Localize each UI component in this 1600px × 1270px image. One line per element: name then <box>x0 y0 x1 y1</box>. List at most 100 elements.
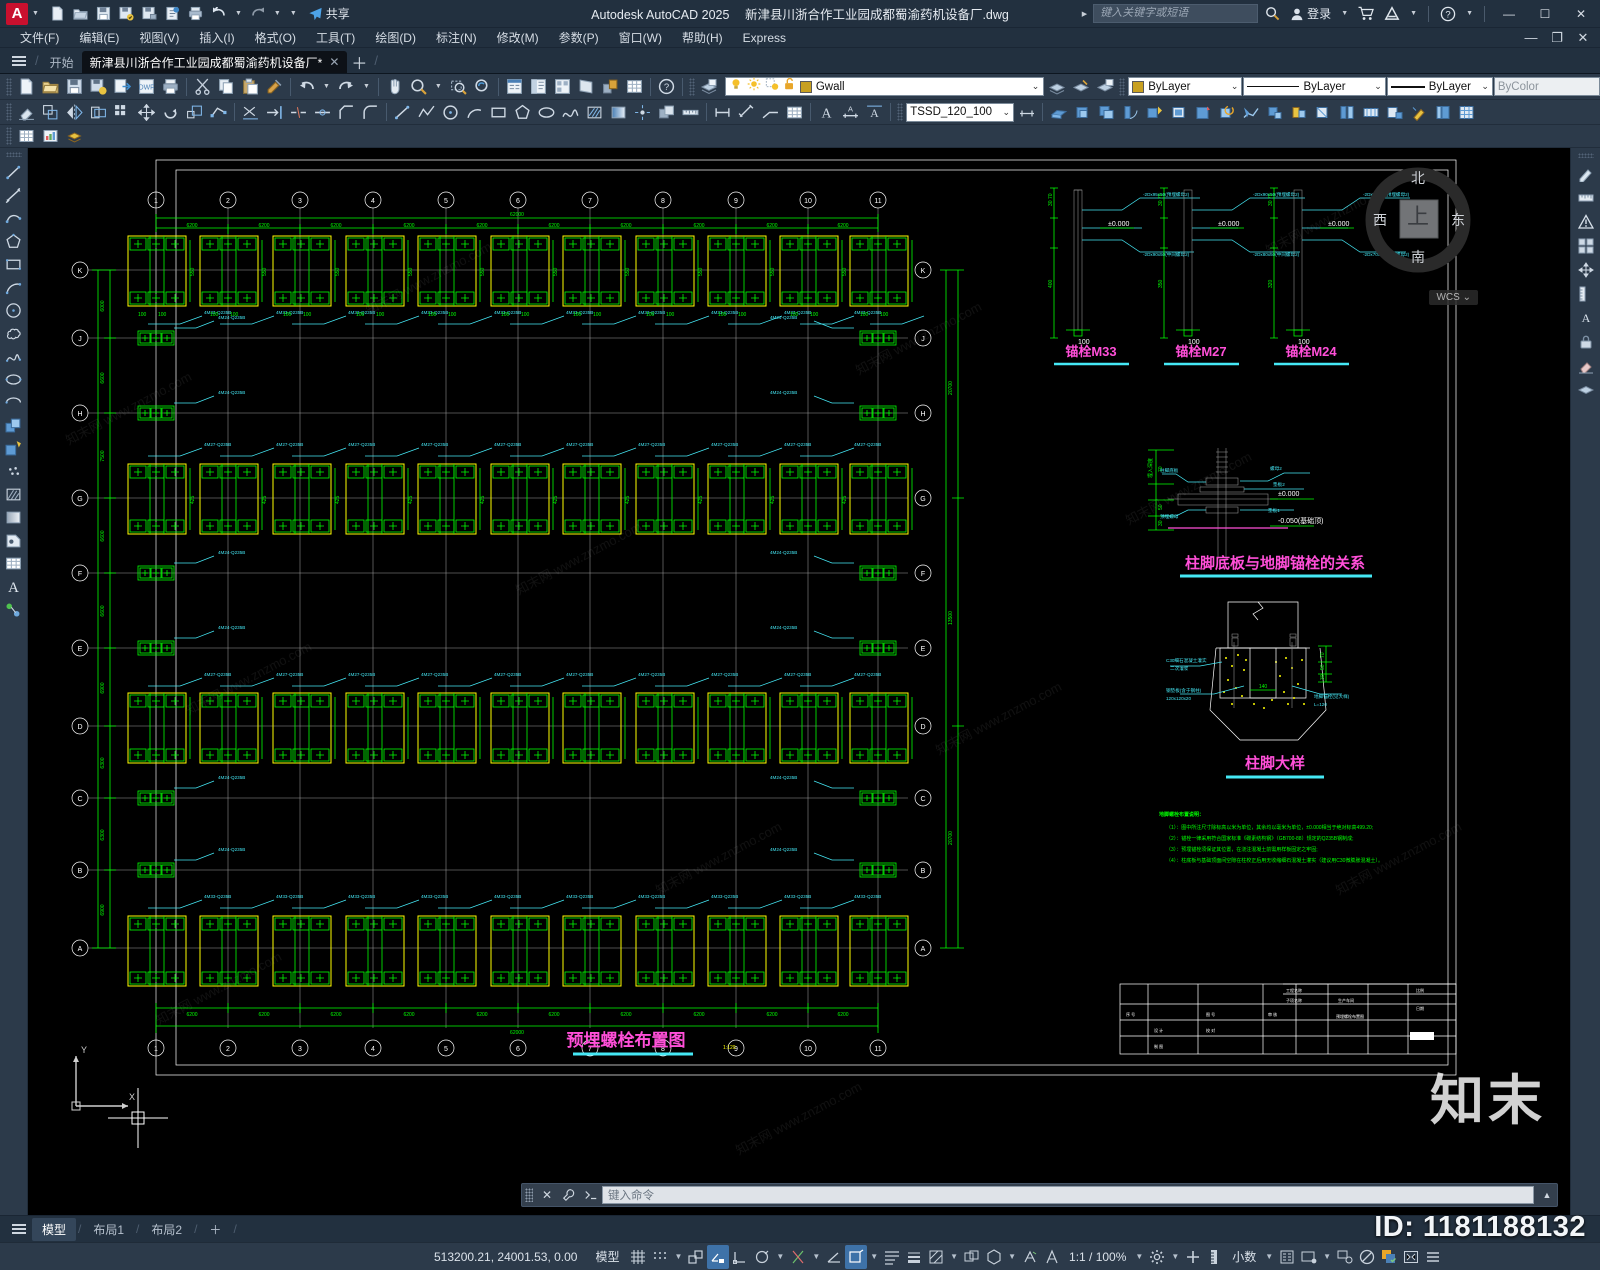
osnap-dropdown-icon[interactable]: ▼ <box>773 1252 787 1261</box>
make-block-icon[interactable] <box>2 437 26 459</box>
linear-dim-icon[interactable] <box>711 101 734 123</box>
zoom-dropdown-icon[interactable]: ▼ <box>435 83 442 90</box>
chevron-down-icon[interactable]: ⌄ <box>1475 81 1489 92</box>
axis-icon[interactable] <box>1263 101 1286 123</box>
fillet-icon[interactable] <box>359 101 382 123</box>
dyninput-icon[interactable] <box>881 1245 903 1269</box>
redo-icon[interactable] <box>247 3 269 25</box>
toolbar-grip[interactable] <box>688 77 695 96</box>
isolate-objects-icon[interactable] <box>1298 1245 1320 1269</box>
roof-icon[interactable] <box>1287 101 1310 123</box>
gradient-icon[interactable] <box>607 101 630 123</box>
menubar-restore-icon[interactable]: ❐ <box>1544 28 1570 48</box>
layer-state-icon[interactable] <box>1093 76 1116 98</box>
autocad-A-logo[interactable]: A <box>6 2 28 25</box>
offset-icon[interactable] <box>87 101 110 123</box>
menu-tools[interactable]: 工具(T) <box>306 27 365 48</box>
stretch-icon[interactable] <box>207 101 230 123</box>
layers-stack-icon[interactable] <box>63 125 86 147</box>
spline-icon[interactable] <box>559 101 582 123</box>
designcenter-icon[interactable] <box>527 76 550 98</box>
gradient-icon[interactable] <box>2 506 26 528</box>
toolbar-grip[interactable] <box>897 103 903 121</box>
aligned-dim-icon[interactable] <box>735 101 758 123</box>
dynamic-ucs-icon[interactable] <box>845 1244 868 1269</box>
export-icon[interactable] <box>111 76 134 98</box>
sun-icon[interactable] <box>747 77 761 96</box>
warning-icon[interactable] <box>1574 211 1598 233</box>
osnap-icon[interactable] <box>729 1245 751 1269</box>
units-dropdown-icon[interactable]: ▼ <box>1262 1252 1276 1261</box>
customize-menu-icon[interactable] <box>1422 1245 1444 1269</box>
layer-previous-icon[interactable] <box>1045 76 1068 98</box>
drawing-canvas[interactable]: .gl{stroke:#00c000;stroke-width:.7;fill:… <box>28 148 1570 1215</box>
polyline-icon[interactable] <box>2 207 26 229</box>
search-icon[interactable] <box>1260 3 1284 25</box>
text-annot-icon[interactable] <box>1383 101 1406 123</box>
search-expand-icon[interactable]: ▶ <box>1082 10 1087 18</box>
clean-icon[interactable] <box>1407 101 1430 123</box>
chart-icon[interactable] <box>39 125 62 147</box>
scale-dropdown-icon[interactable]: ▼ <box>1132 1252 1146 1261</box>
quick-properties-icon[interactable] <box>1276 1245 1298 1269</box>
layout-menu-icon[interactable] <box>6 1217 32 1241</box>
maximize-button[interactable]: ☐ <box>1528 0 1562 28</box>
rectangle-icon[interactable] <box>2 253 26 275</box>
unlock-icon[interactable] <box>783 77 796 96</box>
menu-dimension[interactable]: 标注(N) <box>426 27 487 48</box>
layer-control[interactable]: Gwall ⌄ <box>724 77 1045 96</box>
leader-icon[interactable] <box>759 101 782 123</box>
freeze-thaw-icon[interactable] <box>765 77 779 96</box>
share-button[interactable]: 共享 <box>308 5 350 22</box>
chevron-down-icon[interactable]: ▼ <box>32 10 39 17</box>
chevron-up-icon[interactable]: ▲ <box>1537 1184 1557 1206</box>
workspace-dropdown-icon[interactable]: ▼ <box>1168 1252 1182 1261</box>
menu-format[interactable]: 格式(O) <box>245 27 306 48</box>
line-icon[interactable] <box>391 101 414 123</box>
measure-tool-icon[interactable] <box>1574 187 1598 209</box>
object-color-control[interactable]: ByLayer ⌄ <box>1128 77 1243 96</box>
3dsnap-dropdown-icon[interactable]: ▼ <box>1005 1252 1019 1261</box>
menu-edit[interactable]: 编辑(E) <box>69 27 129 48</box>
section-icon[interactable] <box>1311 101 1334 123</box>
mtext-icon[interactable]: A <box>863 101 886 123</box>
addselected-icon[interactable] <box>2 598 26 620</box>
menubar-close-icon[interactable]: ✕ <box>1570 28 1596 48</box>
table-icon[interactable] <box>2 552 26 574</box>
toolbar-grip[interactable] <box>6 77 12 96</box>
mirror-icon[interactable] <box>63 101 86 123</box>
open-icon[interactable] <box>70 3 92 25</box>
menu-modify[interactable]: 修改(M) <box>487 27 549 48</box>
wcs-selector[interactable]: WCS ⌄ <box>1429 290 1478 305</box>
door-icon[interactable] <box>1119 101 1142 123</box>
table-icon[interactable] <box>623 76 646 98</box>
new-tab-icon[interactable]: ＋ <box>347 51 371 73</box>
block-insert-icon[interactable] <box>655 101 678 123</box>
search-input[interactable]: 键入关键字或短语 <box>1093 4 1259 23</box>
annotation-monitor-icon[interactable] <box>1041 1245 1063 1269</box>
annotation-visibility-icon[interactable] <box>1019 1245 1041 1269</box>
polygon-icon[interactable] <box>511 101 534 123</box>
plot-icon[interactable] <box>159 76 182 98</box>
view-cube[interactable]: 上 北 南 西 东 <box>1358 160 1478 280</box>
toolbar-grip[interactable] <box>5 152 22 157</box>
3d-osnap-icon[interactable] <box>751 1245 773 1269</box>
move-view-icon[interactable] <box>1574 259 1598 281</box>
close-icon[interactable]: ✕ <box>536 1184 558 1206</box>
new-icon[interactable] <box>47 3 69 25</box>
layer-color-swatch[interactable] <box>799 80 812 93</box>
chevron-down-icon[interactable]: ⌄ <box>996 107 1010 118</box>
copy-icon[interactable] <box>215 76 238 98</box>
revcloud-icon[interactable] <box>2 322 26 344</box>
rotate-icon[interactable] <box>159 101 182 123</box>
grid-tool-icon[interactable] <box>1455 101 1478 123</box>
layer-properties-icon[interactable] <box>698 76 721 98</box>
ellipse-icon[interactable] <box>535 101 558 123</box>
polar-tracking-icon[interactable] <box>707 1244 730 1269</box>
ellipse-arc-icon[interactable] <box>2 391 26 413</box>
ellipse-icon[interactable] <box>2 368 26 390</box>
coordinates-display[interactable]: 513200.21, 24001.53, 0.00 <box>424 1250 587 1264</box>
help-icon[interactable]: ? <box>655 76 678 98</box>
help-icon[interactable]: ? <box>1436 3 1460 25</box>
region-icon[interactable] <box>2 529 26 551</box>
